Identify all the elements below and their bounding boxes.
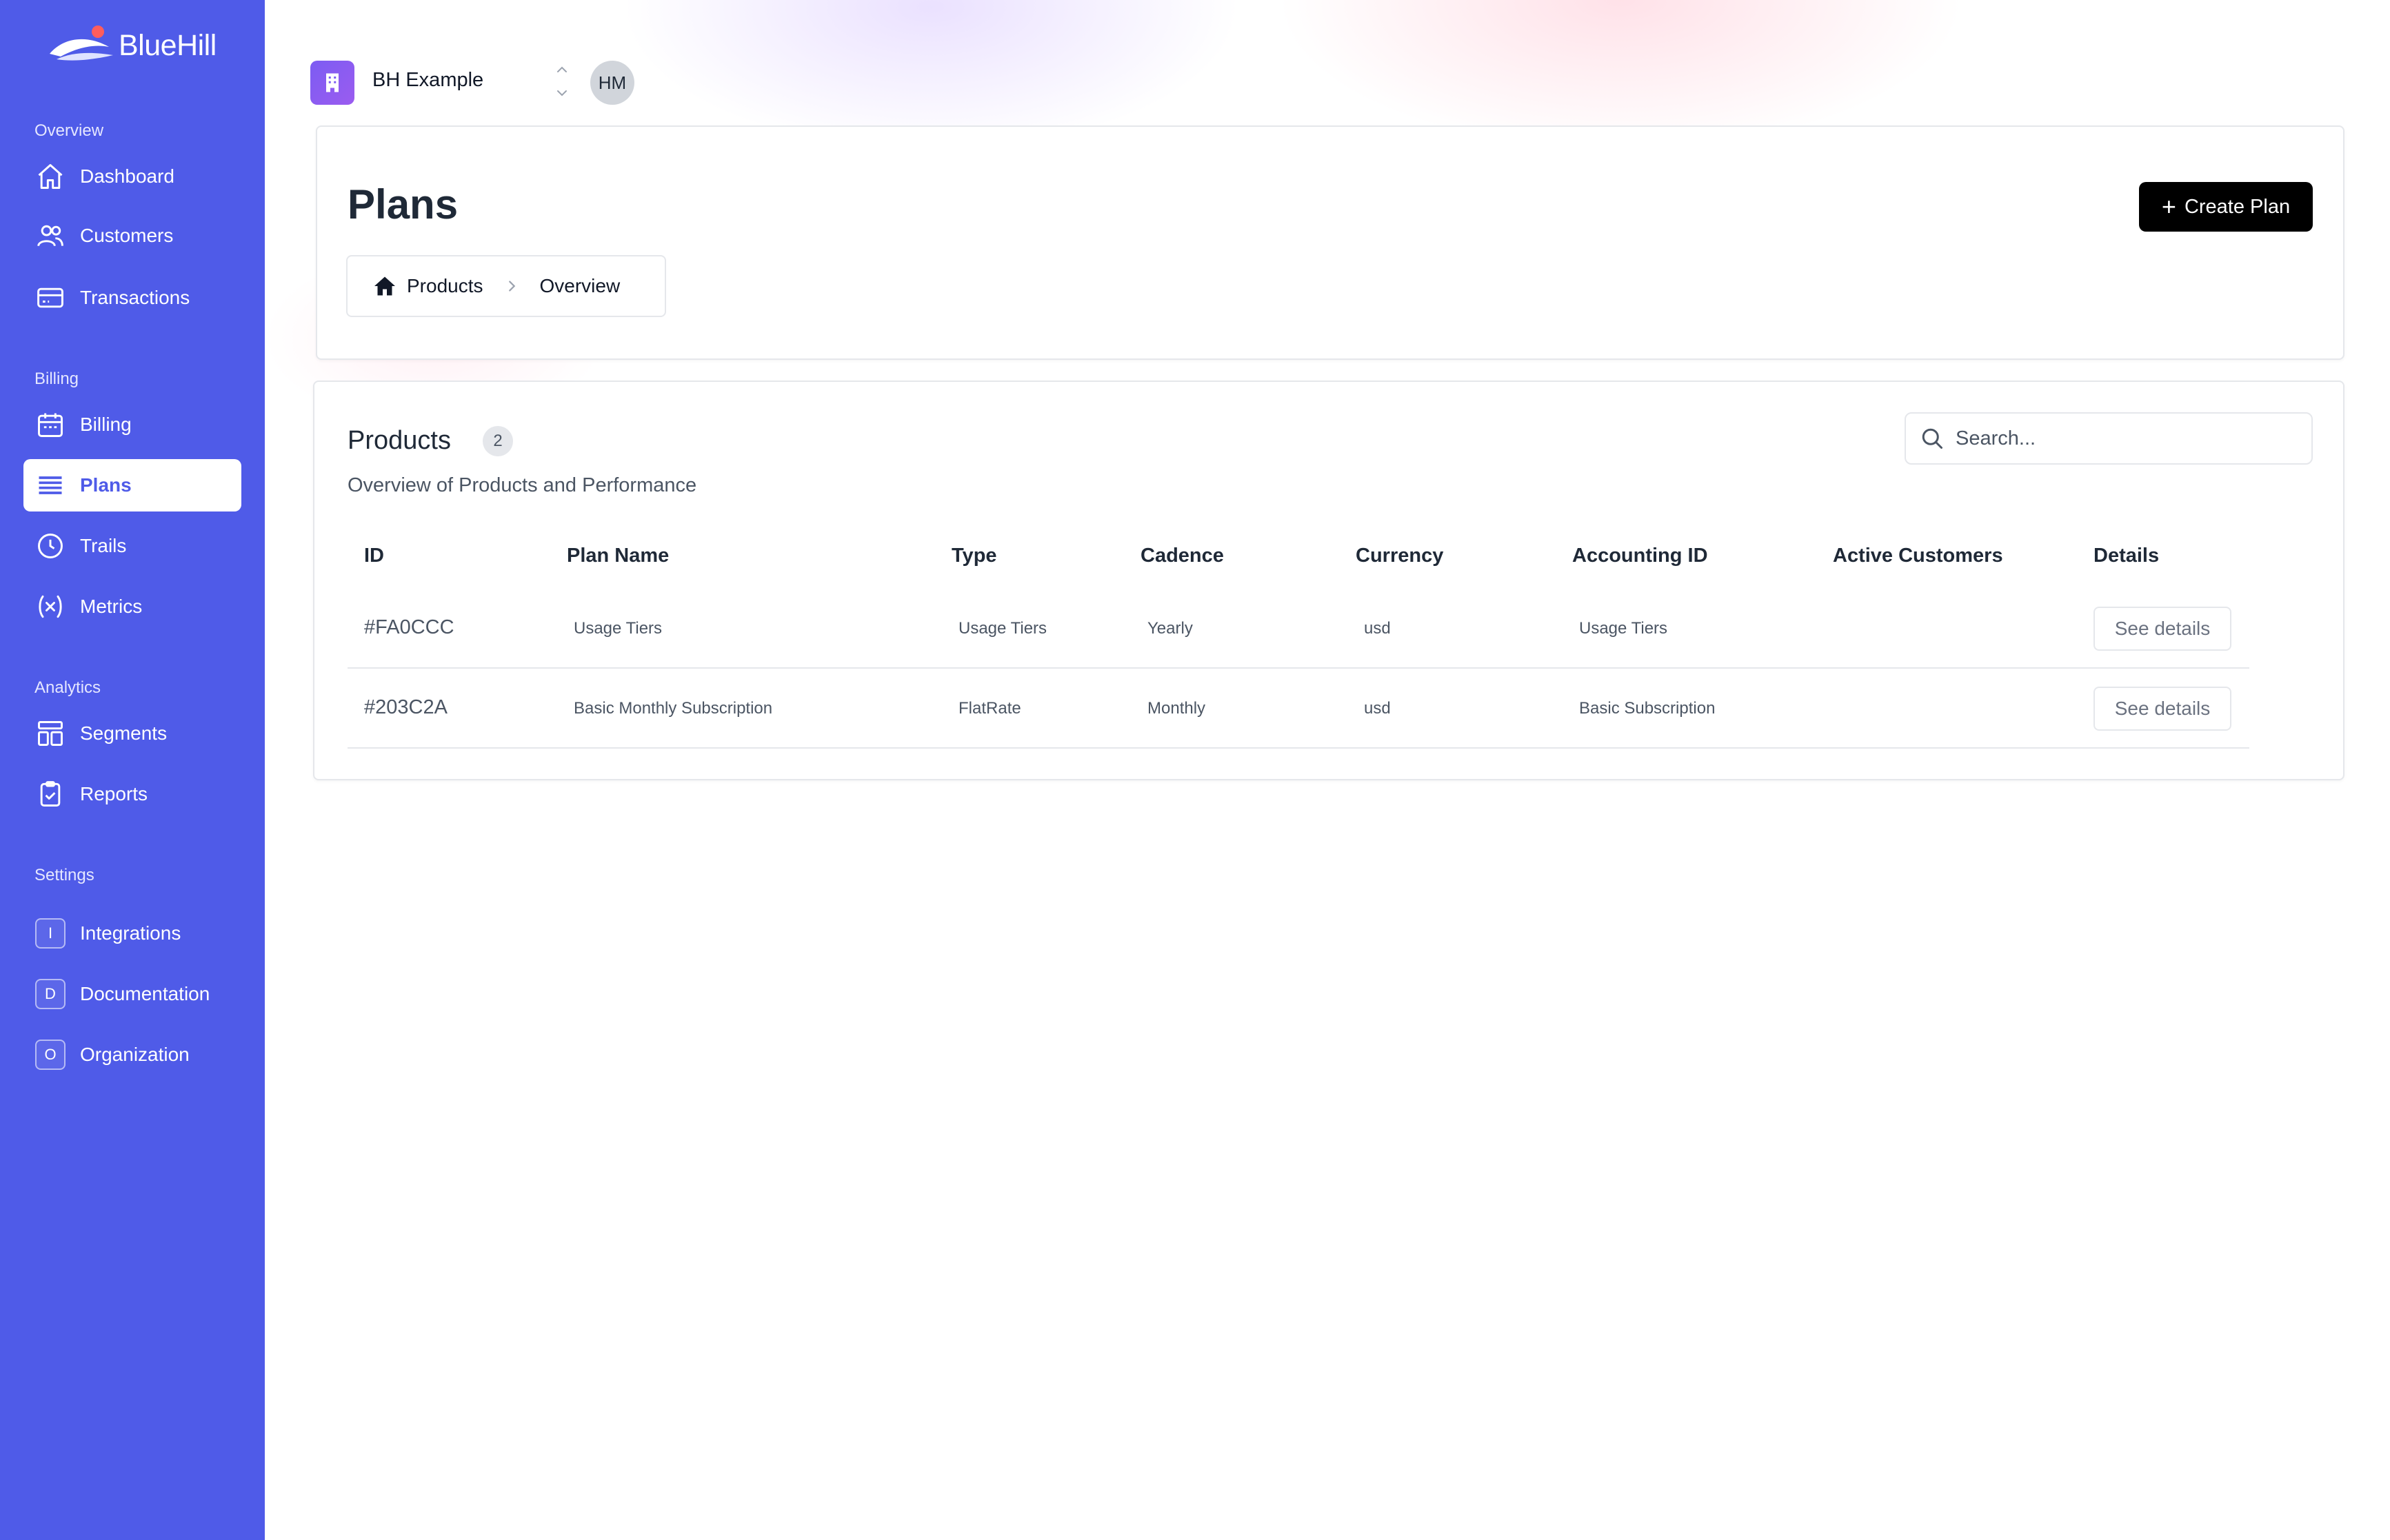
sidebar-item-documentation[interactable]: D Documentation [23,968,241,1020]
products-count-badge: 2 [483,426,513,456]
clipboard-check-icon [33,777,68,811]
sidebar-item-customers[interactable]: Customers [23,210,241,262]
credit-card-icon [33,281,68,315]
users-icon [33,219,68,253]
column-header-active-customers: Active Customers [1833,545,2003,567]
organization-badge-icon: O [33,1037,68,1072]
products-card: Products 2 Overview of Products and Perf… [313,381,2344,780]
sidebar-item-trails[interactable]: Trails [23,520,241,572]
column-header-plan-name: Plan Name [567,545,670,567]
sidebar-item-label: Plans [80,474,132,496]
breadcrumb-products-link[interactable]: Products [407,275,483,297]
cell-cadence: Monthly [1147,699,1206,718]
documentation-badge-icon: D [33,977,68,1011]
sidebar-item-label: Documentation [80,983,210,1004]
cell-type: Usage Tiers [958,619,1047,638]
create-plan-button[interactable]: + Create Plan [2139,182,2313,232]
see-details-button[interactable]: See details [2093,687,2231,731]
products-subtitle: Overview of Products and Performance [348,474,697,496]
breadcrumb-overview[interactable]: Overview [540,275,621,297]
cell-type: FlatRate [958,699,1021,718]
brand-name: BlueHill [119,28,217,62]
cell-accounting-id: Usage Tiers [1579,619,1668,638]
column-header-accounting-id: Accounting ID [1572,545,1708,567]
breadcrumb: Products Overview [346,255,666,317]
column-header-details: Details [2093,545,2160,567]
brand-logo[interactable]: BlueHill [47,21,217,70]
section-label-overview: Overview [34,121,104,140]
search-input[interactable] [1954,426,2302,451]
plus-icon: + [2161,192,2176,221]
sidebar-item-label: Customers [80,225,174,246]
calendar-icon [33,407,68,442]
section-label-settings: Settings [34,866,94,884]
cell-plan-name: Basic Monthly Subscription [574,699,773,718]
list-icon [33,468,68,503]
layout-icon [33,716,68,751]
sidebar-item-label: Reports [80,783,148,804]
chevron-right-icon [508,281,515,292]
products-title: Products [348,426,451,455]
sidebar-item-metrics[interactable]: Metrics [23,580,241,633]
integrations-badge-icon: I [33,916,68,951]
sidebar-item-label: Metrics [80,596,143,617]
sidebar-item-label: Segments [80,722,168,744]
cell-id: #FA0CCC [364,616,454,638]
cell-accounting-id: Basic Subscription [1579,699,1716,718]
sidebar-item-label: Integrations [80,922,181,944]
org-building-icon[interactable] [310,61,354,105]
cell-cadence: Yearly [1147,619,1193,638]
cell-currency: usd [1364,699,1391,718]
home-icon[interactable] [372,274,397,298]
cell-currency: usd [1364,619,1391,638]
search-box[interactable] [1905,412,2313,465]
sidebar-item-label: Trails [80,535,127,556]
sidebar-item-transactions[interactable]: Transactions [23,272,241,324]
page-header-card: Plans Products Overview + Create Plan [316,125,2344,360]
sidebar-item-segments[interactable]: Segments [23,707,241,760]
sidebar-item-label: Billing [80,414,132,435]
section-label-analytics: Analytics [34,678,101,697]
cell-id: #203C2A [364,696,448,718]
column-header-id: ID [364,545,384,567]
sidebar-item-label: Transactions [80,287,190,308]
search-icon [1922,428,1942,449]
sidebar-item-plans[interactable]: Plans [23,459,241,511]
bluehill-logo-icon [50,26,113,61]
column-header-type: Type [952,545,997,567]
sidebar-item-integrations[interactable]: I Integrations [23,907,241,960]
column-header-currency: Currency [1356,545,1444,567]
variable-icon [33,589,68,624]
sidebar: BlueHill Overview Dashboard Customers Tr… [0,0,265,1540]
avatar[interactable]: HM [590,61,634,105]
column-header-cadence: Cadence [1141,545,1224,567]
chevron-up-down-icon[interactable] [552,61,572,102]
section-label-billing: Billing [34,369,79,388]
cell-plan-name: Usage Tiers [574,619,663,638]
sidebar-item-organization[interactable]: O Organization [23,1029,241,1081]
clock-icon [33,529,68,563]
table-row: #FA0CCC Usage Tiers Usage Tiers Yearly u… [348,589,2249,669]
sidebar-item-billing[interactable]: Billing [23,398,241,451]
sidebar-item-label: Dashboard [80,165,174,187]
see-details-button[interactable]: See details [2093,607,2231,651]
home-icon [33,159,68,194]
table-row: #203C2A Basic Monthly Subscription FlatR… [348,669,2249,749]
sidebar-item-reports[interactable]: Reports [23,768,241,820]
sidebar-item-dashboard[interactable]: Dashboard [23,150,241,203]
org-name[interactable]: BH Example [372,69,483,92]
sidebar-item-label: Organization [80,1044,190,1065]
page-title: Plans [348,181,459,227]
create-plan-label: Create Plan [2184,195,2291,218]
